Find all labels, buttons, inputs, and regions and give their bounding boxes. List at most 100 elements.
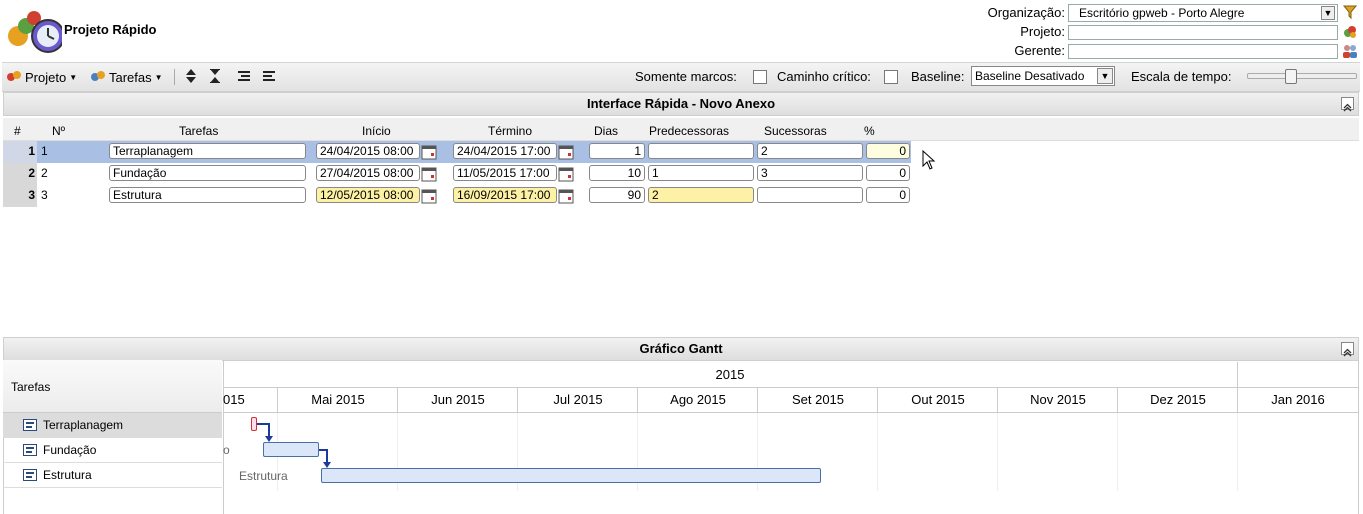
end-date-input[interactable]: 16/09/2015 17:00: [453, 187, 557, 203]
tasks-icon: [90, 69, 106, 86]
col-percent: %: [864, 124, 875, 138]
outdent-icon[interactable]: [263, 69, 275, 83]
days-input[interactable]: 90: [589, 187, 645, 203]
calendar-icon[interactable]: [558, 144, 574, 160]
manager-field[interactable]: [1068, 44, 1338, 59]
percent-input[interactable]: 0: [866, 187, 910, 203]
col-predecessors: Predecessoras: [649, 124, 730, 138]
collapse-up-icon[interactable]: [1341, 97, 1354, 112]
timescale-label: Escala de tempo:: [1131, 69, 1232, 84]
baseline-select[interactable]: Baseline Desativado ▼: [971, 66, 1115, 86]
project-field[interactable]: [1068, 25, 1338, 40]
slider-thumb[interactable]: [1285, 69, 1297, 84]
row-id: 3: [41, 188, 48, 202]
days-input[interactable]: 10: [589, 165, 645, 181]
quick-interface-header: Interface Rápida - Novo Anexo: [3, 92, 1359, 116]
row-number: 2: [3, 163, 37, 185]
gantt-bar-label: Estrutura: [239, 469, 288, 483]
predecessors-input[interactable]: 2: [648, 187, 754, 203]
calendar-icon[interactable]: [558, 188, 574, 204]
percent-input[interactable]: 0: [866, 165, 910, 181]
grid-line: [877, 413, 878, 491]
successors-input[interactable]: 2: [757, 143, 863, 159]
milestones-checkbox[interactable]: [753, 70, 767, 84]
timescale-slider[interactable]: [1247, 69, 1357, 84]
expand-all-icon[interactable]: [185, 69, 197, 83]
end-date-input[interactable]: 11/05/2015 17:00: [453, 165, 557, 181]
row-number: 1: [3, 141, 37, 163]
gantt-task-list: Tarefas Terraplanagem Fundação Estrutura: [3, 360, 224, 514]
tarefas-menu-label: Tarefas: [109, 70, 152, 85]
predecessors-input[interactable]: 1: [648, 165, 754, 181]
table-row[interactable]: 1 1 Terraplanagem 24/04/2015 08:00 24/04…: [3, 141, 911, 163]
task-name-input[interactable]: Estrutura: [109, 187, 306, 203]
grid-line: [1117, 413, 1118, 491]
start-date-input[interactable]: 12/05/2015 08:00: [316, 187, 420, 203]
task-name-input[interactable]: Fundação: [109, 165, 306, 181]
collapse-up-icon[interactable]: [1341, 342, 1354, 357]
tarefas-menu[interactable]: Tarefas ▼: [90, 69, 163, 86]
mouse-cursor-icon: [922, 149, 936, 173]
timeline-year-next: [1237, 362, 1359, 388]
start-date-input[interactable]: 24/04/2015 08:00: [316, 143, 420, 159]
table-row[interactable]: 2 2 Fundação 27/04/2015 08:00 11/05/2015…: [3, 163, 1359, 185]
organization-label: Organização:: [987, 5, 1065, 20]
days-input[interactable]: 1: [589, 143, 645, 159]
organization-value: Escritório gpweb - Porto Alegre: [1079, 6, 1245, 20]
project-picker-icon[interactable]: [1342, 24, 1358, 40]
gantt-task-row[interactable]: Terraplanagem: [3, 413, 222, 438]
gantt-task-row[interactable]: Fundação: [3, 438, 222, 463]
timeline-month: Jan 2016: [1237, 387, 1358, 413]
col-hash: #: [14, 124, 21, 138]
app-logo: [4, 6, 65, 54]
start-date-input[interactable]: 27/04/2015 08:00: [316, 165, 420, 181]
timeline-year: 2015: [223, 362, 1237, 388]
gantt-task-name: Fundação: [43, 443, 97, 457]
successors-input[interactable]: 3: [757, 165, 863, 181]
gantt-tasks-label: Tarefas: [11, 380, 51, 394]
gantt-task-row[interactable]: Estrutura: [3, 463, 222, 488]
calendar-icon[interactable]: [421, 188, 437, 204]
row-number: 3: [3, 185, 37, 207]
collapse-all-icon[interactable]: [209, 69, 221, 83]
percent-input[interactable]: 0: [866, 143, 910, 159]
timeline-month: Jul 2015: [517, 387, 638, 413]
baseline-label: Baseline:: [911, 69, 965, 84]
projeto-menu[interactable]: Projeto ▼: [6, 69, 77, 86]
toolbar: Projeto ▼ Tarefas ▼ Somente marcos: Cami…: [2, 62, 1360, 92]
calendar-icon[interactable]: [421, 144, 437, 160]
dependency-arrow: [317, 446, 337, 473]
task-grid-header: # Nº Tarefas Início Término Dias Predece…: [3, 118, 1359, 141]
dropdown-arrow-icon: ▼: [154, 73, 163, 82]
calendar-icon[interactable]: [421, 166, 437, 182]
gears-icon: [6, 69, 22, 86]
manager-label: Gerente:: [1014, 43, 1065, 58]
col-start: Início: [362, 124, 391, 138]
timeline-month: Set 2015: [757, 387, 878, 413]
successors-input[interactable]: [757, 187, 863, 203]
organization-select[interactable]: Escritório gpweb - Porto Alegre ▼: [1068, 4, 1338, 22]
task-name-input[interactable]: Terraplanagem: [109, 143, 306, 159]
col-end: Término: [488, 124, 533, 138]
grid-line: [1237, 413, 1238, 491]
users-icon[interactable]: [1342, 43, 1358, 59]
predecessors-input[interactable]: [648, 143, 754, 159]
indent-icon[interactable]: [238, 69, 250, 83]
table-row[interactable]: 3 3 Estrutura 12/05/2015 08:00 16/09/201…: [3, 185, 1359, 207]
gantt-bar-estrutura[interactable]: [321, 468, 821, 483]
row-id: 2: [41, 166, 48, 180]
calendar-icon[interactable]: [558, 166, 574, 182]
end-date-input[interactable]: 24/04/2015 17:00: [453, 143, 557, 159]
projeto-menu-label: Projeto: [25, 70, 67, 85]
timeline-month: 015: [223, 387, 278, 413]
gantt-task-name: Estrutura: [43, 468, 92, 482]
task-icon: [23, 469, 37, 481]
critical-path-checkbox[interactable]: [884, 70, 898, 84]
filter-icon[interactable]: [1342, 4, 1358, 20]
grid-line: [997, 413, 998, 491]
baseline-value: Baseline Desativado: [975, 69, 1085, 83]
app-title: Projeto Rápido: [64, 22, 157, 37]
task-icon: [23, 419, 37, 431]
col-no: Nº: [52, 124, 66, 138]
chevron-down-icon: ▼: [1321, 6, 1335, 20]
